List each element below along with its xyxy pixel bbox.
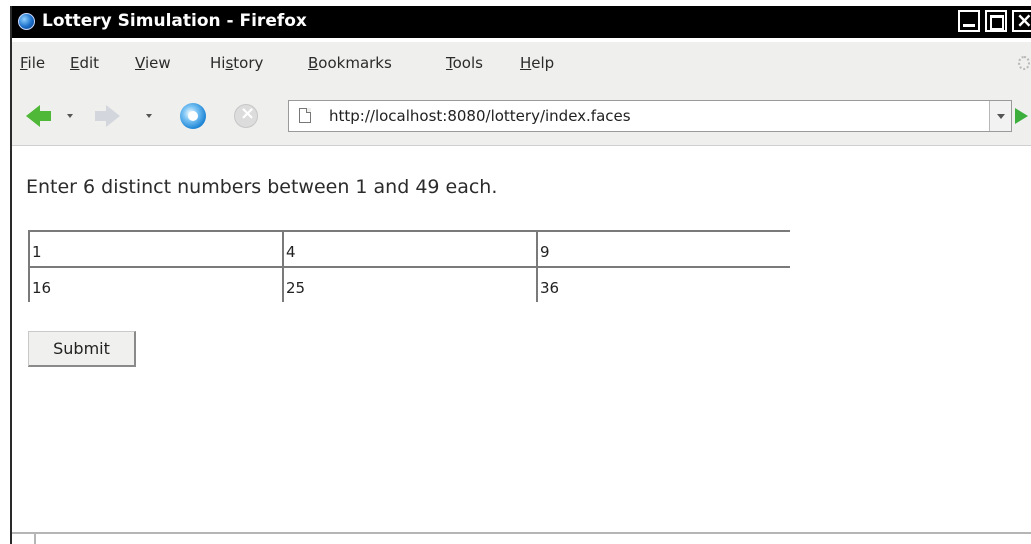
minimize-button[interactable] (958, 10, 980, 32)
url-text[interactable]: http://localhost:8080/lottery/index.face… (329, 107, 631, 125)
stop-icon[interactable] (234, 103, 258, 128)
back-history-dropdown-icon[interactable] (67, 114, 73, 118)
menu-tools[interactable]: Tools (446, 54, 483, 72)
number-input-1[interactable] (28, 230, 282, 266)
navigation-toolbar: http://localhost:8080/lottery/index.face… (12, 86, 1031, 146)
menu-bookmarks[interactable]: Bookmarks (308, 54, 392, 72)
maximize-button[interactable] (985, 10, 1007, 32)
close-button[interactable] (1012, 8, 1031, 32)
page-icon (299, 108, 311, 123)
status-bar-edge (12, 532, 1031, 544)
number-input-3[interactable] (536, 230, 790, 266)
page-content: Enter 6 distinct numbers between 1 and 4… (12, 146, 1031, 538)
reload-icon[interactable] (180, 103, 206, 129)
window-title: Lottery Simulation - Firefox (42, 11, 307, 31)
instructions-text: Enter 6 distinct numbers between 1 and 4… (26, 176, 498, 198)
menu-bar: File Edit View History Bookmarks Tools H… (12, 42, 1031, 86)
menu-edit[interactable]: Edit (70, 54, 99, 72)
go-arrow-icon[interactable] (1015, 108, 1028, 124)
menu-history[interactable]: History (210, 54, 263, 72)
back-arrow-icon (26, 105, 40, 127)
menu-file[interactable]: File (20, 54, 45, 72)
number-input-2[interactable] (282, 230, 536, 266)
url-dropdown-button[interactable] (989, 101, 1011, 131)
number-input-5[interactable] (282, 266, 536, 302)
menu-help[interactable]: Help (520, 54, 554, 72)
submit-button[interactable]: Submit (28, 331, 136, 367)
throbber-icon (1018, 56, 1030, 70)
forward-arrow-icon (106, 105, 120, 127)
url-bar[interactable]: http://localhost:8080/lottery/index.face… (288, 100, 1012, 132)
number-input-6[interactable] (536, 266, 790, 302)
title-bar[interactable]: Lottery Simulation - Firefox (12, 6, 1031, 38)
menu-view[interactable]: View (135, 54, 171, 72)
forward-history-dropdown-icon[interactable] (146, 114, 152, 118)
browser-window: Lottery Simulation - Firefox File Edit V… (10, 6, 1031, 544)
firefox-globe-icon (18, 13, 35, 30)
number-input-4[interactable] (28, 266, 282, 302)
